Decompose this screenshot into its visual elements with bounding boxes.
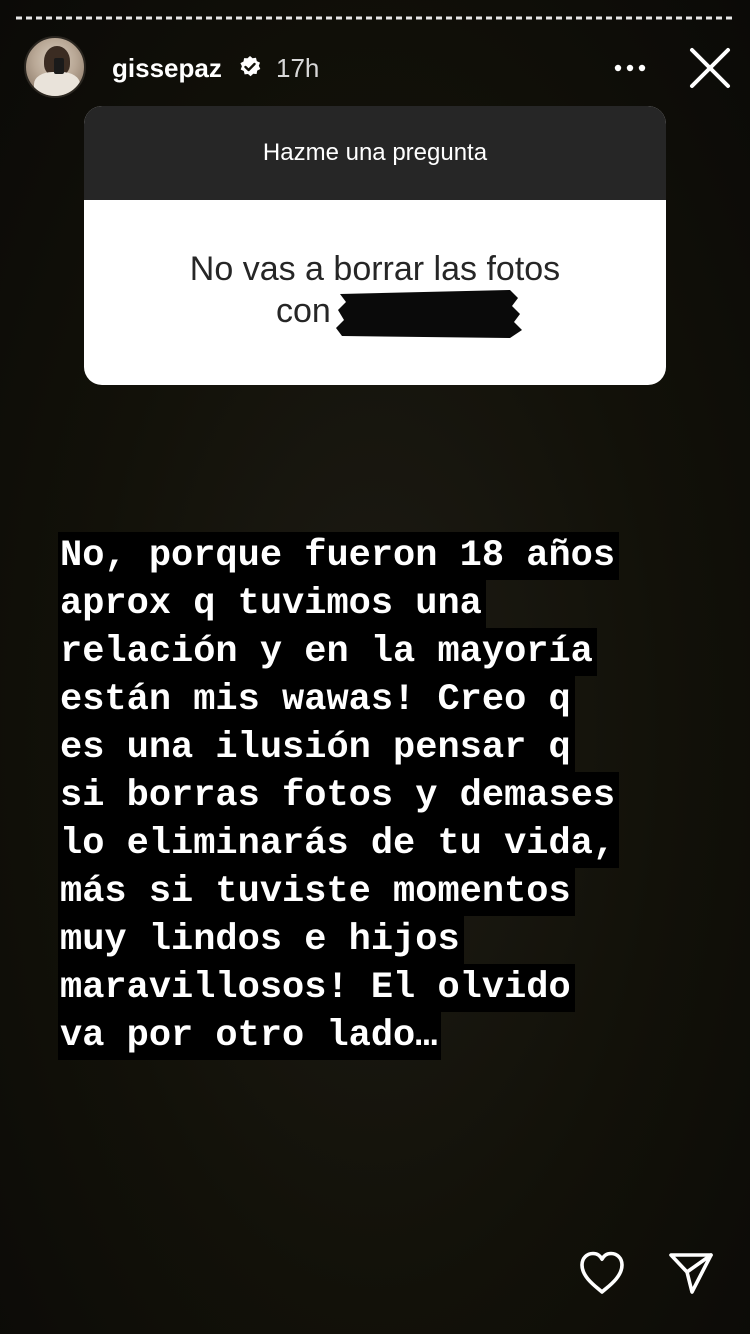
question-sticker[interactable]: Hazme una pregunta No vas a borrar las f… bbox=[84, 106, 666, 385]
reply-line: más si tuviste momentos bbox=[58, 868, 575, 916]
reply-line: muy lindos e hijos bbox=[58, 916, 464, 964]
username[interactable]: gissepaz bbox=[112, 53, 222, 84]
reply-line: es una ilusión pensar q bbox=[58, 724, 575, 772]
reply-line: aprox q tuvimos una bbox=[58, 580, 486, 628]
redaction-scribble bbox=[336, 290, 522, 338]
reply-line: maravillosos! El olvido bbox=[58, 964, 575, 1012]
reply-line: No, porque fueron 18 años bbox=[58, 532, 620, 580]
reply-line: relación y en la mayoría bbox=[58, 628, 597, 676]
share-button[interactable] bbox=[668, 1250, 714, 1296]
more-horizontal-icon bbox=[614, 64, 646, 72]
verified-badge-icon bbox=[238, 55, 262, 79]
question-text-line-1: No vas a borrar las fotos bbox=[189, 250, 561, 288]
reply-line: están mis wawas! Creo q bbox=[58, 676, 575, 724]
post-time: 17h bbox=[276, 53, 320, 83]
question-sticker-body: No vas a borrar las fotos con bbox=[84, 200, 666, 385]
question-text-line-2: con bbox=[276, 292, 331, 330]
story-progress-bar bbox=[16, 16, 734, 20]
question-sticker-header: Hazme una pregunta bbox=[84, 106, 666, 200]
reply-text: No, porque fueron 18 años aprox q tuvimo… bbox=[58, 532, 708, 1060]
send-icon bbox=[669, 1253, 713, 1294]
story-header: gissepaz 17h bbox=[24, 36, 734, 100]
like-button[interactable] bbox=[578, 1250, 626, 1296]
reply-line: lo eliminarás de tu vida, bbox=[58, 820, 620, 868]
reply-line: va por otro lado… bbox=[58, 1012, 442, 1060]
reply-line: si borras fotos y demases bbox=[58, 772, 620, 820]
close-icon bbox=[690, 48, 730, 88]
heart-icon bbox=[580, 1251, 624, 1294]
avatar[interactable] bbox=[24, 36, 86, 98]
close-button[interactable] bbox=[688, 46, 732, 90]
more-options-button[interactable] bbox=[612, 52, 648, 84]
